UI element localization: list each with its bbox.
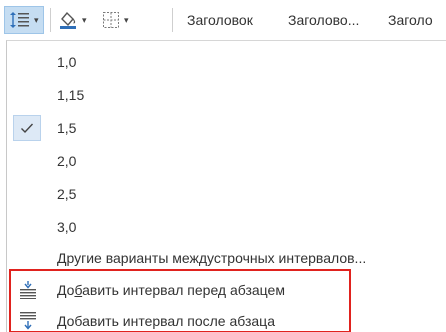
checkmark-icon <box>13 114 41 141</box>
ribbon-toolbar: ▾ ▾ ▾ Заголовок Заголово... Заголо <box>0 0 446 40</box>
style-heading-1[interactable]: Заголовок <box>187 12 253 28</box>
highlight-frame <box>9 269 351 332</box>
spacing-option-1-15[interactable]: 1,15 <box>7 82 446 107</box>
borders-icon <box>103 12 119 28</box>
line-spacing-icon <box>10 12 29 28</box>
chevron-down-icon: ▾ <box>124 14 129 25</box>
spacing-option-3-0[interactable]: 3,0 <box>7 214 446 239</box>
spacing-option-1-5[interactable]: 1,5 <box>7 114 446 141</box>
chevron-down-icon: ▾ <box>34 14 39 25</box>
spacing-option-2-0[interactable]: 2,0 <box>7 148 446 173</box>
line-spacing-button[interactable]: ▾ <box>4 6 44 34</box>
spacing-option-2-5[interactable]: 2,5 <box>7 181 446 206</box>
chevron-down-icon: ▾ <box>82 14 87 25</box>
more-spacing-options[interactable]: Другие варианты междустрочных интервалов… <box>7 245 446 270</box>
line-spacing-dropdown: 1,0 1,15 1,5 2,0 2,5 3,0 Другие варианты… <box>6 40 446 332</box>
paint-bucket-icon <box>60 11 76 29</box>
toolbar-divider <box>172 8 173 32</box>
spacing-option-1-0[interactable]: 1,0 <box>7 49 446 74</box>
shading-button[interactable]: ▾ <box>54 6 94 34</box>
style-heading-3[interactable]: Заголо <box>388 12 433 28</box>
style-heading-2[interactable]: Заголово... <box>288 12 359 28</box>
toolbar-divider <box>50 8 51 32</box>
borders-button[interactable]: ▾ <box>98 6 146 34</box>
